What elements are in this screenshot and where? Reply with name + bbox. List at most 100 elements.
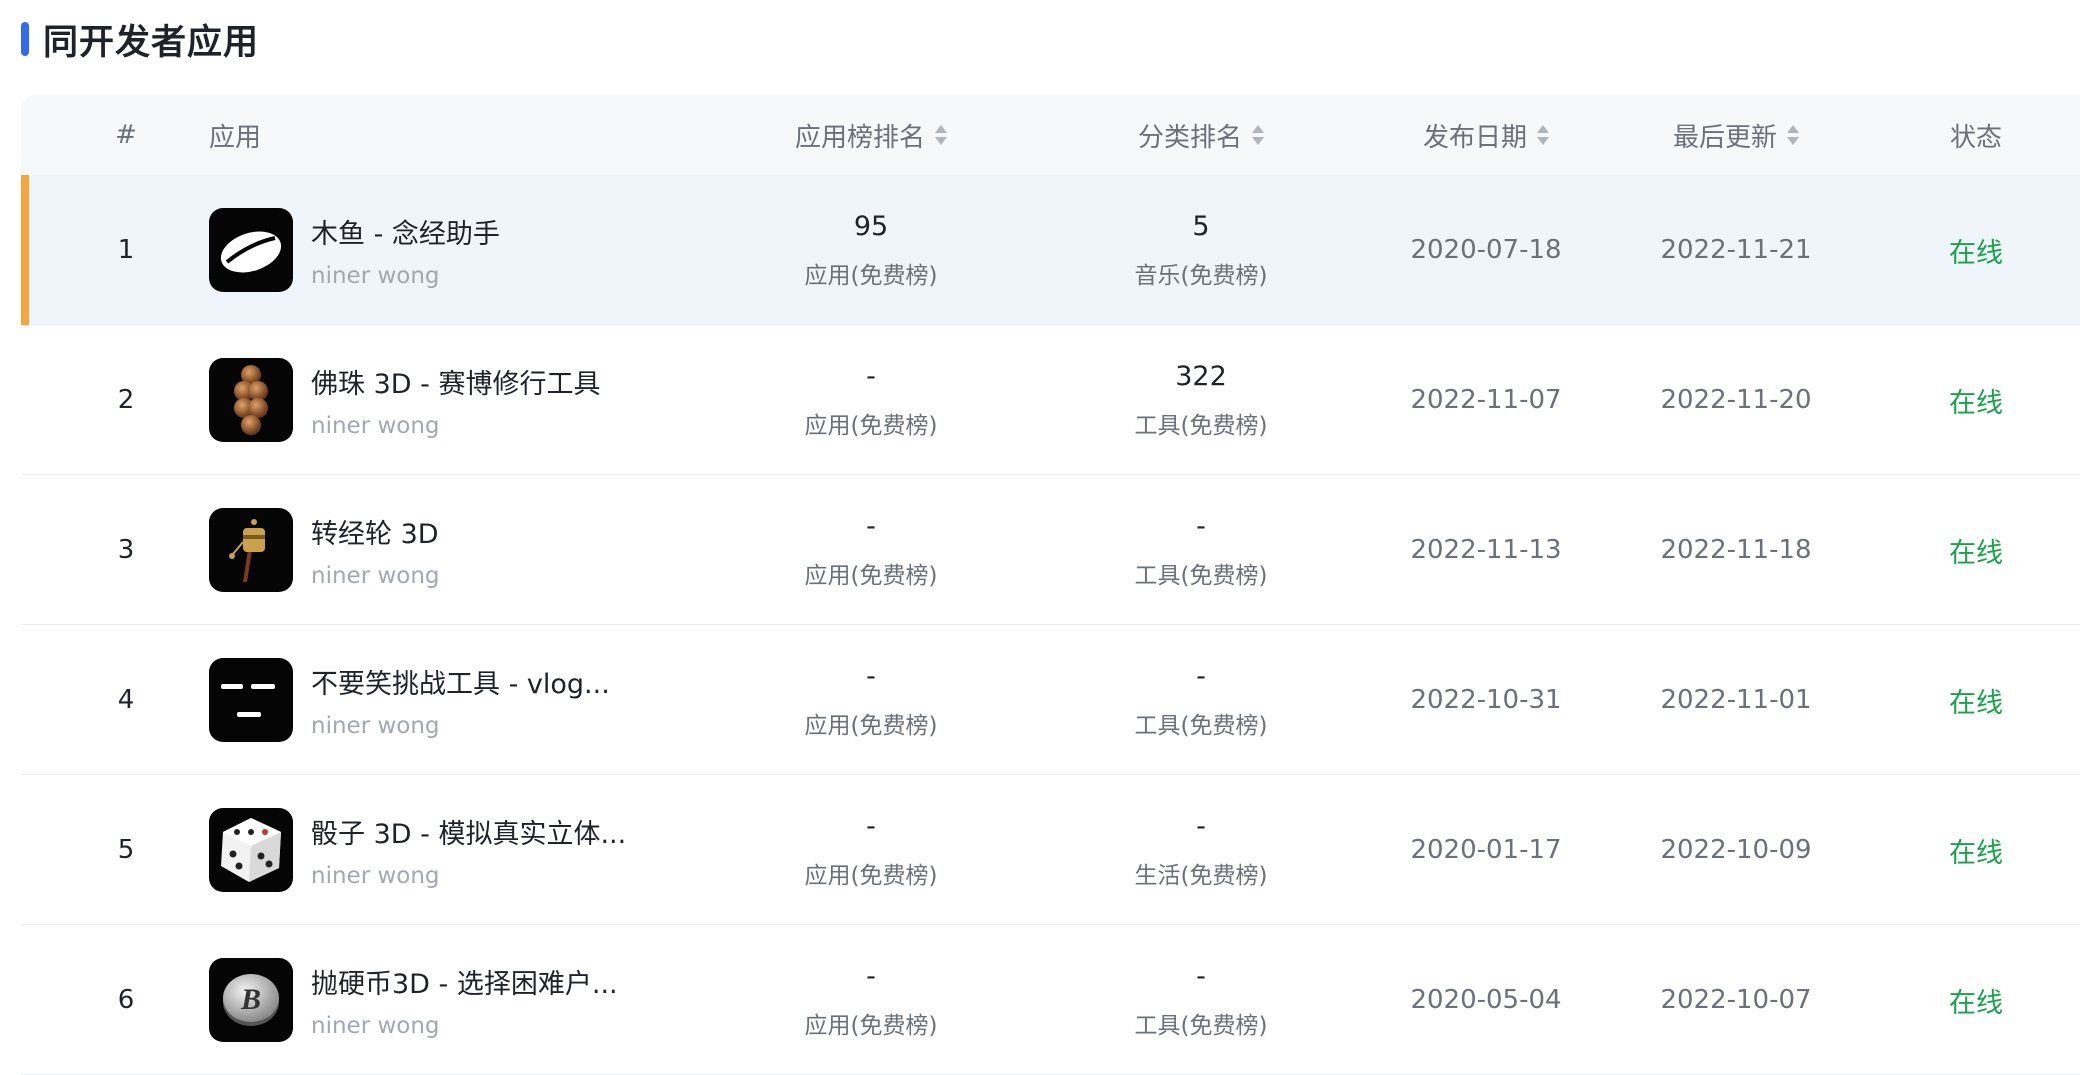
header-category-rank-label: 分类排名 xyxy=(1137,122,1242,153)
header-release-date-label: 发布日期 xyxy=(1422,122,1527,153)
table-row[interactable]: 2 佛珠 3D - 赛博修行工具 niner wong - 应用(免费榜) 32… xyxy=(21,325,2080,475)
wooden-fish-icon[interactable] xyxy=(209,208,293,292)
status-badge: 在线 xyxy=(1949,537,2003,569)
app-cell[interactable]: B 抛硬币3D - 选择困难户... niner wong xyxy=(209,925,709,1075)
app-name[interactable]: 不要笑挑战工具 - vlog... xyxy=(311,662,610,701)
status-badge: 在线 xyxy=(1949,687,2003,719)
app-rank-cell: - 应用(免费榜) xyxy=(721,475,1021,625)
category-rank-cell: - 工具(免费榜) xyxy=(1051,475,1351,625)
app-developer: niner wong xyxy=(311,262,440,289)
header-index: # xyxy=(115,120,137,150)
table-row[interactable]: 3 转经轮 3D niner wong - 应用(免费榜) - 工具(免费榜) … xyxy=(21,475,2080,625)
release-date: 2020-05-04 xyxy=(1410,985,1562,1015)
release-date: 2020-07-18 xyxy=(1410,235,1562,265)
app-developer: niner wong xyxy=(311,712,440,739)
header-app-rank[interactable]: 应用榜排名 xyxy=(721,95,1021,175)
last-update-date: 2022-11-01 xyxy=(1660,685,1812,715)
row-index: 1 xyxy=(117,235,135,265)
table-row[interactable]: 5 骰子 3D - 模拟真实立体... niner wong - 应用(免费榜)… xyxy=(21,775,2080,925)
svg-text:B: B xyxy=(240,983,261,1016)
category-rank-cell: - 生活(免费榜) xyxy=(1051,775,1351,925)
category-rank-value: - xyxy=(1196,510,1206,542)
app-name[interactable]: 骰子 3D - 模拟真实立体... xyxy=(311,812,626,851)
app-rank-cell: 95 应用(免费榜) xyxy=(721,175,1021,325)
release-date: 2022-11-13 xyxy=(1410,535,1562,565)
sort-icon[interactable] xyxy=(1787,125,1799,145)
app-cell[interactable]: 佛珠 3D - 赛博修行工具 niner wong xyxy=(209,325,709,475)
table-row[interactable]: 1 木鱼 - 念经助手 niner wong 95 应用(免费榜) 5 音乐(免… xyxy=(21,175,2080,325)
row-index: 5 xyxy=(117,835,135,865)
prayer-wheel-icon[interactable] xyxy=(209,508,293,592)
category-rank-chart: 音乐(免费榜) xyxy=(1134,262,1268,289)
sort-icon[interactable] xyxy=(935,125,947,145)
row-index: 2 xyxy=(117,385,135,415)
table-row[interactable]: 4 不要笑挑战工具 - vlog... niner wong - 应用(免费榜)… xyxy=(21,625,2080,775)
app-developer: niner wong xyxy=(311,562,440,589)
row-index: 6 xyxy=(117,985,135,1015)
table-row[interactable]: 6 B 抛硬币3D - 选择困难户... niner wong - 应用(免费榜… xyxy=(21,925,2080,1075)
status-badge: 在线 xyxy=(1949,987,2003,1019)
dice-icon[interactable] xyxy=(209,808,293,892)
app-rank-value: - xyxy=(866,660,876,692)
app-rank-cell: - 应用(免费榜) xyxy=(721,325,1021,475)
sort-icon[interactable] xyxy=(1252,125,1264,145)
app-cell[interactable]: 骰子 3D - 模拟真实立体... niner wong xyxy=(209,775,709,925)
last-update-date: 2022-10-09 xyxy=(1660,835,1812,865)
coin-icon[interactable]: B xyxy=(209,958,293,1042)
header-app-rank-label: 应用榜排名 xyxy=(794,122,925,153)
table-body: 1 木鱼 - 念经助手 niner wong 95 应用(免费榜) 5 音乐(免… xyxy=(21,175,2080,1075)
release-date: 2020-01-17 xyxy=(1410,835,1562,865)
last-update-date: 2022-11-21 xyxy=(1660,235,1812,265)
same-developer-apps-table: # 应用 应用榜排名 分类排名 发布日期 最后更新 状态 1 木鱼 - 念经助手… xyxy=(21,95,2080,1075)
app-rank-chart: 应用(免费榜) xyxy=(804,712,938,739)
category-rank-value: - xyxy=(1196,810,1206,842)
straight-face-icon[interactable] xyxy=(209,658,293,742)
app-rank-chart: 应用(免费榜) xyxy=(804,862,938,889)
category-rank-cell: 5 音乐(免费榜) xyxy=(1051,175,1351,325)
category-rank-chart: 工具(免费榜) xyxy=(1134,712,1268,739)
app-cell[interactable]: 转经轮 3D niner wong xyxy=(209,475,709,625)
app-name[interactable]: 佛珠 3D - 赛博修行工具 xyxy=(311,362,600,401)
prayer-beads-icon[interactable] xyxy=(209,358,293,442)
app-rank-cell: - 应用(免费榜) xyxy=(721,775,1021,925)
app-cell[interactable]: 不要笑挑战工具 - vlog... niner wong xyxy=(209,625,709,775)
category-rank-cell: 322 工具(免费榜) xyxy=(1051,325,1351,475)
header-last-update[interactable]: 最后更新 xyxy=(1601,95,1871,175)
app-name[interactable]: 转经轮 3D xyxy=(311,512,440,551)
header-category-rank[interactable]: 分类排名 xyxy=(1051,95,1351,175)
app-name[interactable]: 木鱼 - 念经助手 xyxy=(311,212,500,251)
category-rank-chart: 生活(免费榜) xyxy=(1134,862,1268,889)
app-rank-value: - xyxy=(866,510,876,542)
status-badge: 在线 xyxy=(1949,387,2003,419)
app-rank-chart: 应用(免费榜) xyxy=(804,412,938,439)
release-date: 2022-10-31 xyxy=(1410,685,1562,715)
release-date: 2022-11-07 xyxy=(1410,385,1562,415)
section-title: 同开发者应用 xyxy=(43,22,260,63)
app-rank-value: - xyxy=(866,810,876,842)
section-accent-bar xyxy=(21,22,29,56)
row-index: 4 xyxy=(117,685,135,715)
app-cell[interactable]: 木鱼 - 念经助手 niner wong xyxy=(209,175,709,325)
last-update-date: 2022-11-20 xyxy=(1660,385,1812,415)
app-rank-value: - xyxy=(866,960,876,992)
app-rank-value: 95 xyxy=(853,210,889,242)
section-header: 同开发者应用 xyxy=(21,14,259,64)
app-rank-chart: 应用(免费榜) xyxy=(804,562,938,589)
category-rank-value: 5 xyxy=(1192,210,1210,242)
sort-icon[interactable] xyxy=(1537,125,1549,145)
last-update-date: 2022-11-18 xyxy=(1660,535,1812,565)
app-rank-cell: - 应用(免费榜) xyxy=(721,625,1021,775)
app-developer: niner wong xyxy=(311,412,440,439)
app-name[interactable]: 抛硬币3D - 选择困难户... xyxy=(311,962,618,1001)
header-release-date[interactable]: 发布日期 xyxy=(1351,95,1621,175)
category-rank-cell: - 工具(免费榜) xyxy=(1051,925,1351,1075)
category-rank-value: - xyxy=(1196,660,1206,692)
category-rank-value: 322 xyxy=(1175,360,1227,392)
app-developer: niner wong xyxy=(311,1012,440,1039)
app-rank-value: - xyxy=(866,360,876,392)
header-status: 状态 xyxy=(1949,122,2002,153)
app-developer: niner wong xyxy=(311,862,440,889)
category-rank-chart: 工具(免费榜) xyxy=(1134,562,1268,589)
category-rank-chart: 工具(免费榜) xyxy=(1134,412,1268,439)
header-last-update-label: 最后更新 xyxy=(1672,122,1777,153)
